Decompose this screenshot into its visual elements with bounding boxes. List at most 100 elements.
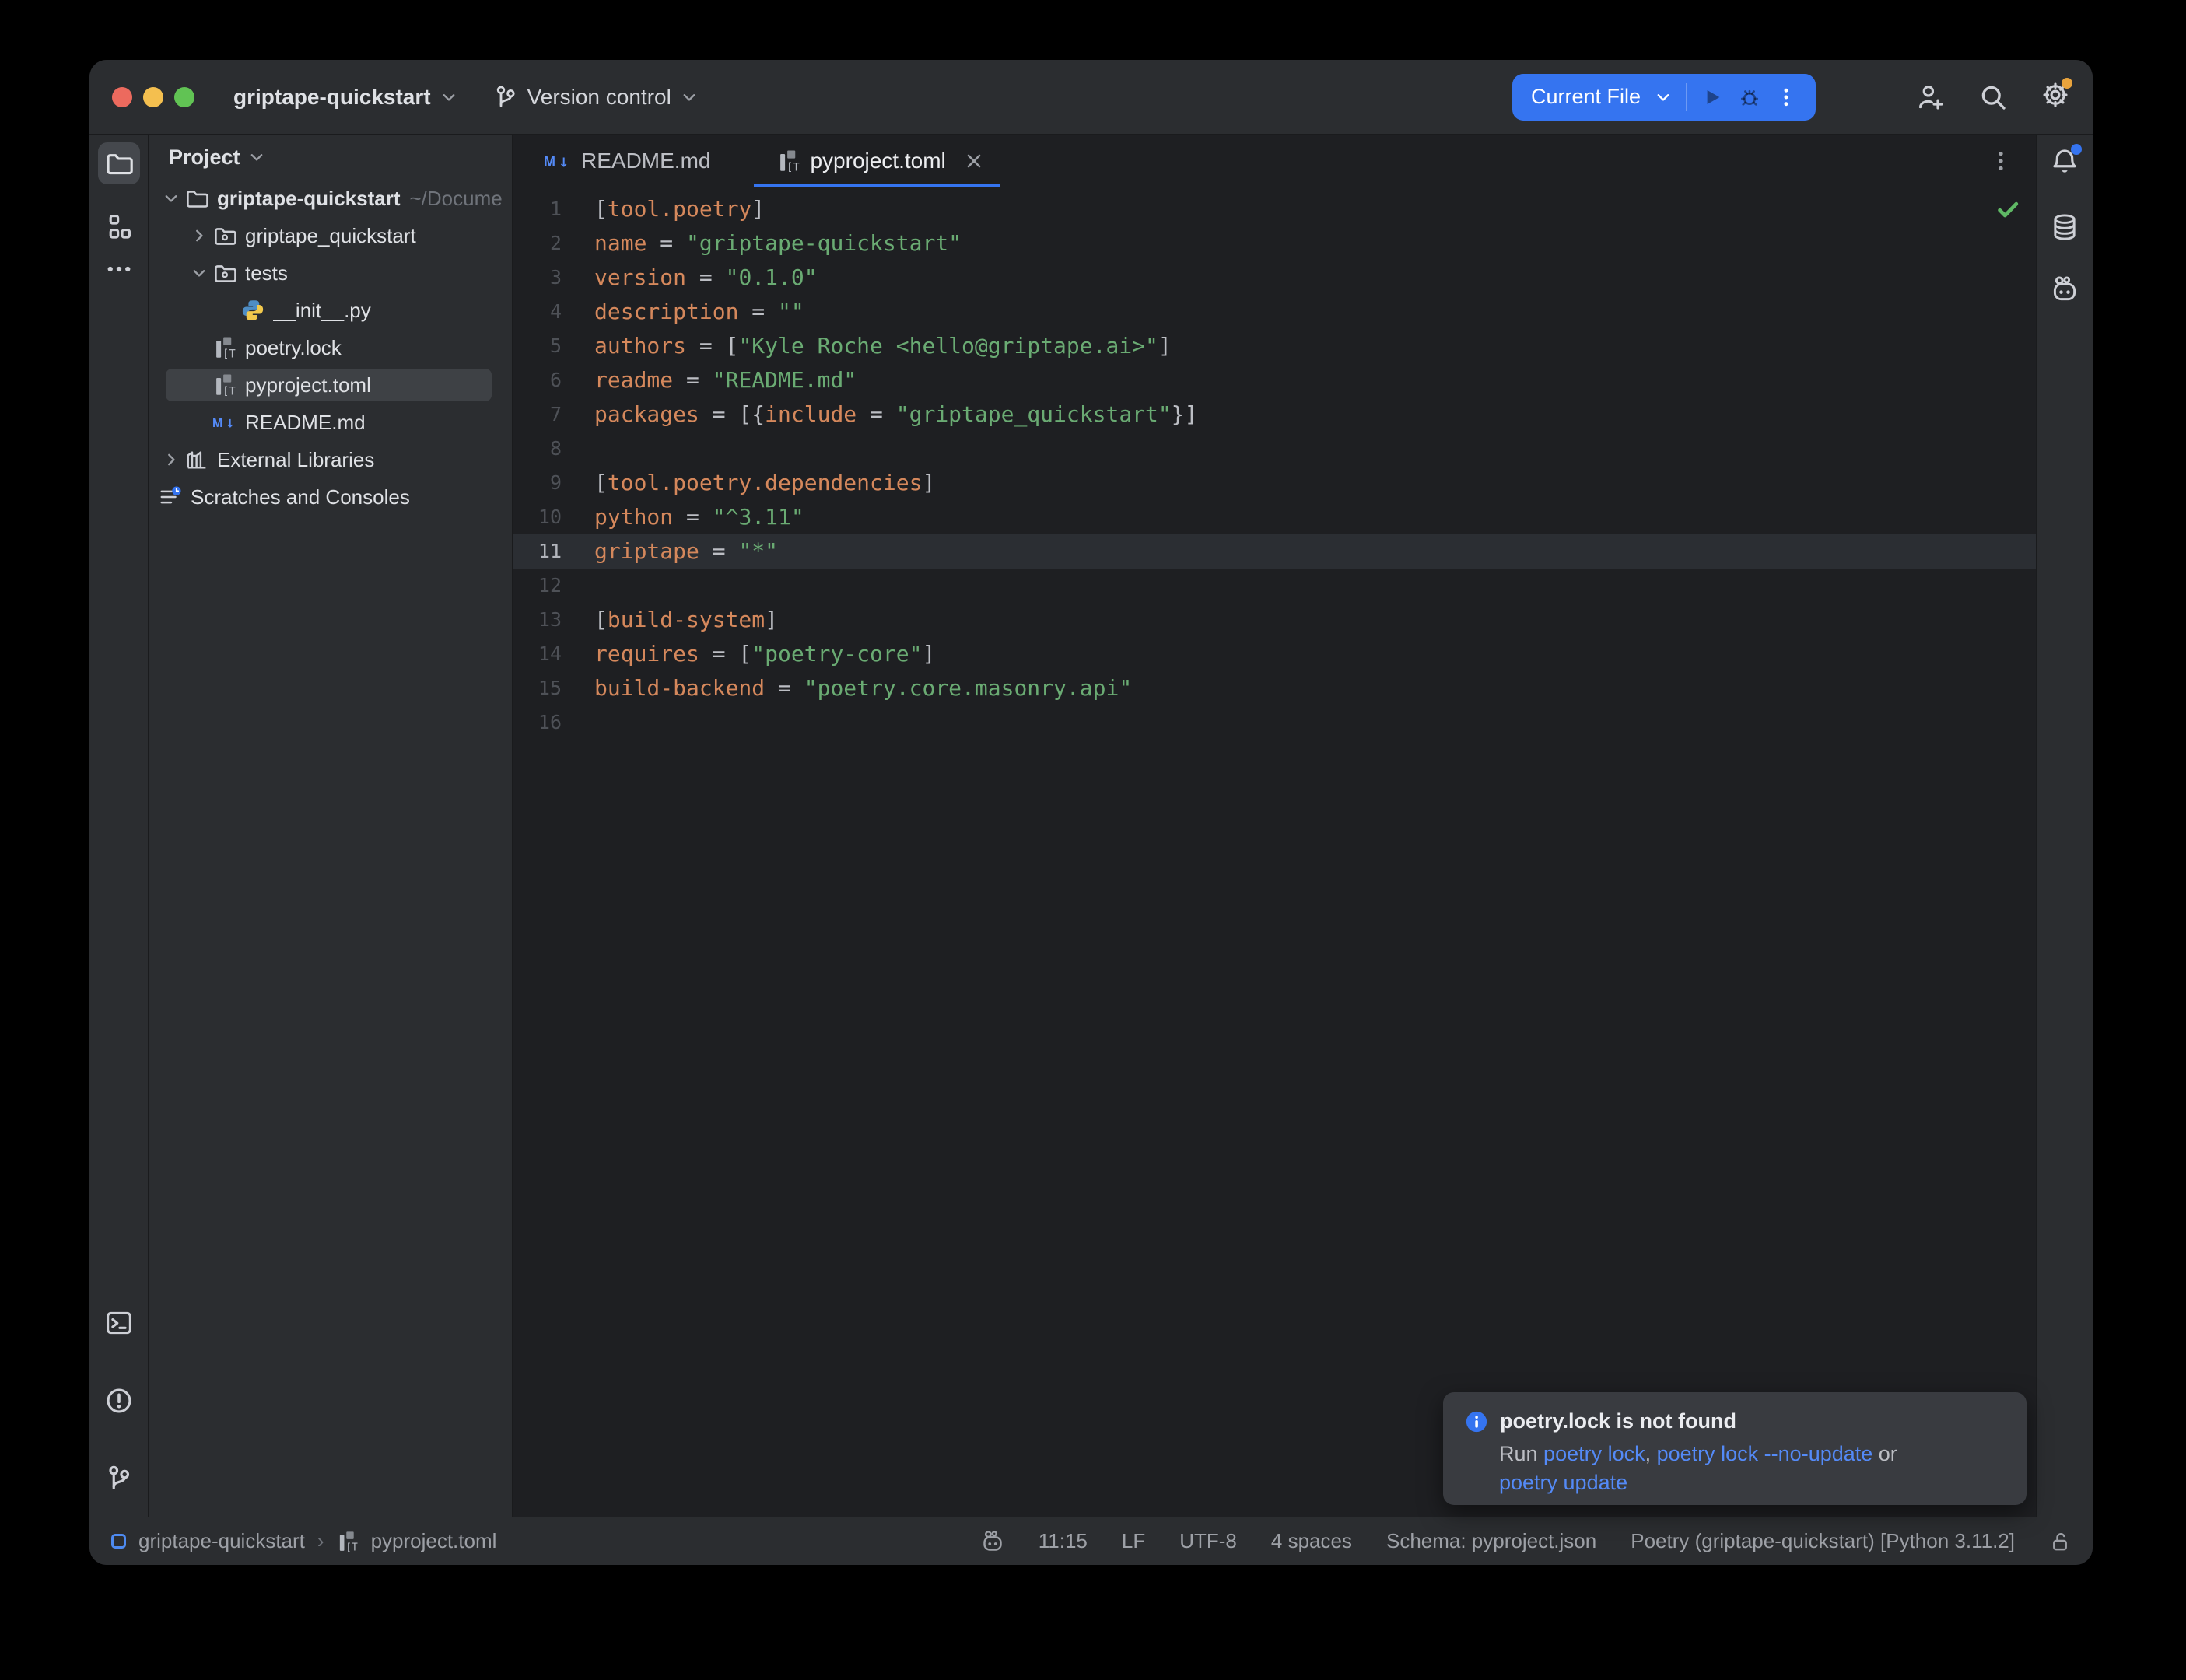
code-line: 14requires = ["poetry-core"] xyxy=(513,637,2036,671)
code-line: 11griptape = "*" xyxy=(513,534,2036,569)
tab-pyproject[interactable]: pyproject.toml xyxy=(754,135,1000,187)
vcs-widget[interactable]: Version control xyxy=(493,85,698,110)
chevron-down-icon xyxy=(191,264,208,282)
more-tool-windows-button[interactable] xyxy=(98,248,140,290)
code-line: 15build-backend = "poetry.core.masonry.a… xyxy=(513,671,2036,705)
chevron-down-icon xyxy=(1655,89,1672,106)
search-everywhere-icon[interactable] xyxy=(1979,83,2007,111)
tree-item-label: Scratches and Consoles xyxy=(191,485,410,509)
git-branch-icon xyxy=(105,1465,133,1493)
project-tool-button[interactable] xyxy=(98,142,140,184)
tree-item-label: pyproject.toml xyxy=(245,373,371,397)
tree-item-path: ~/Docume xyxy=(410,187,503,211)
run-config-selector[interactable]: Current File xyxy=(1531,85,1641,109)
line-ending[interactable]: LF xyxy=(1122,1529,1145,1553)
line-number: 8 xyxy=(513,432,587,466)
tree-item-label: griptape_quickstart xyxy=(245,224,416,248)
poetry-update-link[interactable]: poetry update xyxy=(1499,1471,1627,1494)
ai-assistant-icon[interactable] xyxy=(2051,275,2079,303)
json-schema[interactable]: Schema: pyproject.json xyxy=(1386,1529,1596,1553)
scratches-icon xyxy=(159,485,182,509)
ide-window: griptape-quickstart Version control Curr… xyxy=(89,60,2093,1565)
code-line: 12 xyxy=(513,569,2036,603)
editor[interactable]: 1[tool.poetry]2name = "griptape-quicksta… xyxy=(513,187,2036,1517)
toml-file-icon xyxy=(213,336,236,359)
markdown-icon xyxy=(212,413,237,432)
notifications-tool-button[interactable] xyxy=(2051,147,2079,179)
minimize-window-button[interactable] xyxy=(143,87,163,107)
version-control-tool-button[interactable] xyxy=(98,1458,140,1500)
code-line: 16 xyxy=(513,705,2036,740)
line-number: 14 xyxy=(513,637,587,671)
markdown-icon xyxy=(544,151,572,171)
line-number: 9 xyxy=(513,466,587,500)
chevron-down-icon xyxy=(681,89,698,106)
chevron-right-icon xyxy=(163,451,180,468)
inspections-ok-icon[interactable] xyxy=(1995,197,2020,222)
run-widget: Current File xyxy=(1512,74,1816,121)
folder-icon xyxy=(185,187,208,210)
file-encoding[interactable]: UTF-8 xyxy=(1179,1529,1237,1553)
code-line: 1[tool.poetry] xyxy=(513,192,2036,226)
line-number: 13 xyxy=(513,603,587,637)
poetry-lock-link[interactable]: poetry lock xyxy=(1543,1442,1645,1465)
tree-item-tests[interactable]: tests xyxy=(149,254,512,292)
cursor-position[interactable]: 11:15 xyxy=(1039,1529,1088,1553)
folder-icon xyxy=(105,149,133,177)
unlocked-icon[interactable] xyxy=(2049,1531,2071,1552)
project-widget[interactable]: griptape-quickstart xyxy=(233,85,457,110)
debug-button[interactable] xyxy=(1738,86,1761,109)
code-line: 3version = "0.1.0" xyxy=(513,261,2036,295)
breadcrumb-project[interactable]: griptape-quickstart xyxy=(138,1529,305,1553)
tree-item-init-py[interactable]: __init__.py xyxy=(149,292,512,329)
problems-tool-button[interactable] xyxy=(98,1380,140,1422)
project-panel-header[interactable]: Project xyxy=(149,135,512,180)
window-controls xyxy=(112,87,194,107)
tab-label: pyproject.toml xyxy=(810,149,945,173)
python-interpreter[interactable]: Poetry (griptape-quickstart) [Python 3.1… xyxy=(1631,1529,2015,1553)
settings-button[interactable] xyxy=(2041,81,2069,113)
editor-options-icon[interactable] xyxy=(1989,149,2013,173)
ai-assistant-status-icon[interactable] xyxy=(981,1530,1004,1553)
line-number: 4 xyxy=(513,295,587,329)
terminal-icon xyxy=(105,1309,133,1337)
breadcrumb-file[interactable]: pyproject.toml xyxy=(371,1529,497,1553)
close-window-button[interactable] xyxy=(112,87,132,107)
database-icon[interactable] xyxy=(2051,213,2079,241)
tree-item-root[interactable]: griptape-quickstart ~/Docume xyxy=(149,180,512,217)
code-line: 10python = "^3.11" xyxy=(513,500,2036,534)
line-number: 3 xyxy=(513,261,587,295)
toml-file-icon xyxy=(337,1531,359,1552)
tree-item-external-libraries[interactable]: External Libraries xyxy=(149,441,512,478)
divider xyxy=(1686,83,1687,111)
structure-icon xyxy=(105,213,133,241)
zoom-window-button[interactable] xyxy=(174,87,194,107)
titlebar-actions xyxy=(1917,81,2069,113)
tree-item-poetry-lock[interactable]: poetry.lock xyxy=(149,329,512,366)
left-tool-strip xyxy=(89,135,149,1517)
tab-label: README.md xyxy=(581,149,710,173)
breadcrumb-separator: › xyxy=(317,1529,324,1553)
vcs-widget-label: Version control xyxy=(527,85,671,110)
more-run-options-icon[interactable] xyxy=(1775,86,1797,108)
code-lines: 1[tool.poetry]2name = "griptape-quicksta… xyxy=(513,187,2036,1517)
status-bar: griptape-quickstart › pyproject.toml 11:… xyxy=(89,1517,2093,1565)
code-line: 8 xyxy=(513,432,2036,466)
ellipsis-icon xyxy=(105,255,133,283)
run-button[interactable] xyxy=(1701,86,1724,109)
tree-item-griptape-quickstart-pkg[interactable]: griptape_quickstart xyxy=(149,217,512,254)
toml-file-icon xyxy=(213,373,236,397)
close-tab-icon[interactable] xyxy=(963,150,985,172)
indent-style[interactable]: 4 spaces xyxy=(1271,1529,1352,1553)
line-number: 15 xyxy=(513,671,587,705)
add-user-icon[interactable] xyxy=(1917,83,1945,111)
structure-tool-button[interactable] xyxy=(98,206,140,248)
editor-column: README.md pyproject.toml 1[tool.poetry]2… xyxy=(513,135,2036,1517)
tree-item-scratches[interactable]: Scratches and Consoles xyxy=(149,478,512,516)
tree-item-pyproject-toml[interactable]: pyproject.toml xyxy=(149,366,512,404)
tab-readme[interactable]: README.md xyxy=(520,135,734,187)
terminal-tool-button[interactable] xyxy=(98,1302,140,1344)
tree-item-readme-md[interactable]: README.md xyxy=(149,404,512,441)
poetry-lock-no-update-link[interactable]: poetry lock --no-update xyxy=(1657,1442,1873,1465)
tree-item-label: __init__.py xyxy=(273,299,371,323)
